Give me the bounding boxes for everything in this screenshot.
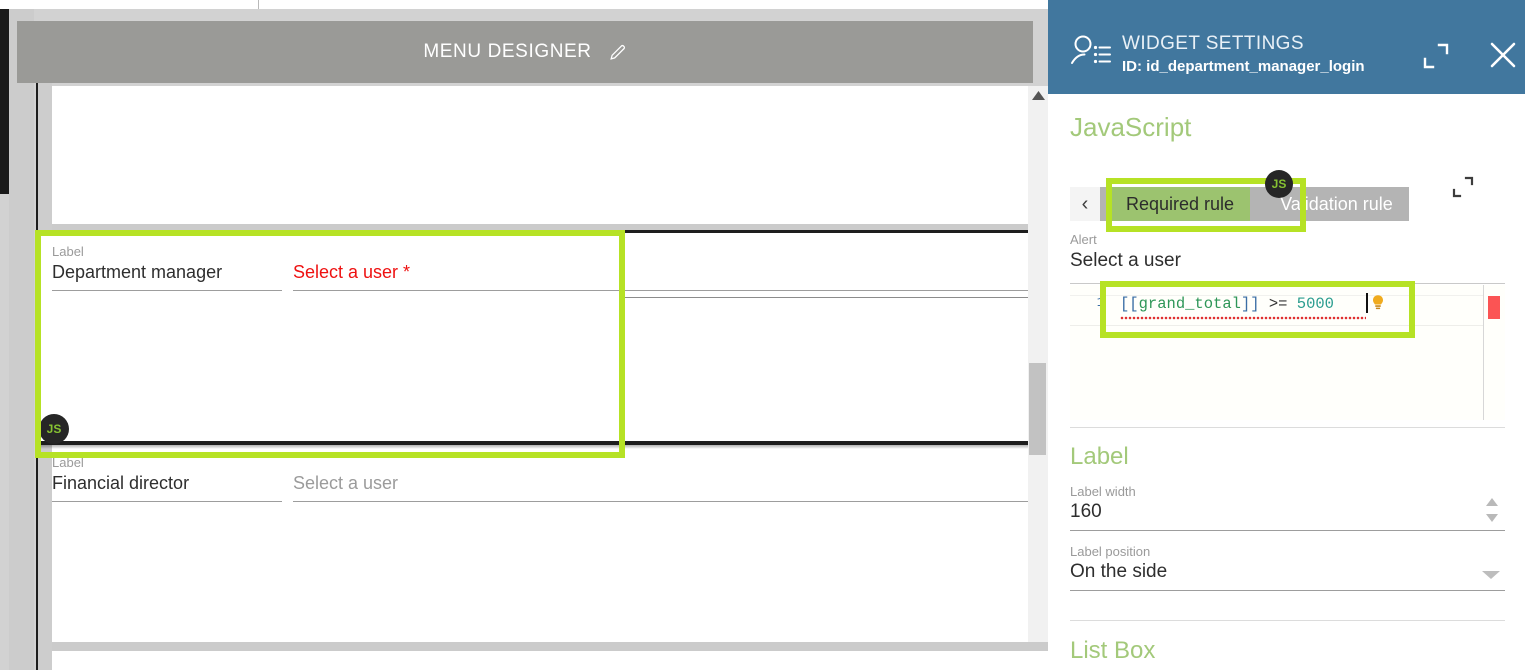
code-token-variable: grand_total xyxy=(1138,295,1241,313)
spellcheck-squiggle xyxy=(1120,316,1366,320)
field-input-underline xyxy=(293,290,1028,291)
canvas-bottom-strip xyxy=(52,642,1028,651)
code-editor[interactable]: 1 [[grand_total]] >= 5000 xyxy=(1070,285,1505,420)
field-department-manager-input[interactable]: Select a user * xyxy=(293,244,1028,291)
label-position-underline xyxy=(1070,590,1505,591)
tab-strip-gap xyxy=(1100,187,1110,221)
section-title-listbox: List Box xyxy=(1070,637,1156,664)
section-divider-1 xyxy=(1070,427,1505,428)
scrollbar-up-arrow-icon[interactable] xyxy=(1029,88,1047,102)
label-width-underline xyxy=(1070,530,1505,531)
field-label-value: Financial director xyxy=(52,473,190,493)
section-title-javascript: JavaScript xyxy=(1070,112,1192,142)
field-input-underline xyxy=(293,501,1028,502)
editor-code-line[interactable]: [[grand_total]] >= 5000 xyxy=(1120,295,1334,313)
field-input-value: Select a user * xyxy=(293,262,411,282)
app-root: MENU DESIGNER Label Department manager S… xyxy=(0,0,1525,670)
scrollbar-bottom-bar xyxy=(1028,642,1048,651)
field-financial-director-input[interactable]: Select a user xyxy=(293,455,1028,502)
pencil-icon[interactable] xyxy=(608,43,627,62)
alert-value[interactable]: Select a user xyxy=(1070,250,1181,272)
field-label-caption: Label xyxy=(52,244,84,259)
top-tick-mark xyxy=(258,0,259,9)
js-badge-widget[interactable]: JS xyxy=(39,414,69,444)
widget-settings-header: WIDGET SETTINGS ID: id_department_manage… xyxy=(1048,0,1525,94)
menu-designer-title: MENU DESIGNER xyxy=(423,41,592,62)
row-thin-divider xyxy=(623,297,1028,298)
field-underline xyxy=(52,290,282,291)
field-underline xyxy=(52,501,282,502)
field-department-manager-label[interactable]: Label Department manager xyxy=(52,244,282,291)
left-black-rail xyxy=(0,9,9,194)
editor-line-number: 1 xyxy=(1096,295,1105,311)
section-divider-2 xyxy=(1070,620,1505,621)
widget-settings-panel: WIDGET SETTINGS ID: id_department_manage… xyxy=(1048,0,1525,670)
field-input-value: Select a user xyxy=(293,473,399,493)
editor-row-bottom-line xyxy=(1070,325,1483,326)
field-financial-director-label[interactable]: Label Financial director xyxy=(52,455,282,502)
tab-required-rule[interactable]: Required rule xyxy=(1110,187,1251,221)
code-token-operator: >= xyxy=(1259,295,1297,313)
alert-underline xyxy=(1070,283,1505,284)
label-position-caption: Label position xyxy=(1070,544,1151,559)
alert-caption: Alert xyxy=(1070,232,1097,247)
editor-print-margin xyxy=(1483,285,1484,420)
expand-editor-icon[interactable] xyxy=(1452,176,1474,198)
js-badge-tab[interactable]: JS xyxy=(1265,170,1293,198)
expand-icon[interactable] xyxy=(1422,42,1450,70)
code-token-bracket-close: ]] xyxy=(1240,295,1260,313)
menu-designer-title-bar[interactable]: MENU DESIGNER xyxy=(17,21,1033,83)
text-caret xyxy=(1366,293,1368,313)
chevron-down-icon[interactable] xyxy=(1482,571,1500,579)
label-width-caption: Label width xyxy=(1070,484,1136,499)
tab-separator xyxy=(1250,187,1265,221)
spinner-icon[interactable] xyxy=(1484,497,1500,523)
lightbulb-icon[interactable] xyxy=(1370,294,1386,313)
chevron-left-icon[interactable]: ‹ xyxy=(1070,187,1100,221)
canvas-bottom-white xyxy=(52,651,1028,670)
code-token-bracket-open: [[ xyxy=(1120,295,1139,313)
field-label-value: Department manager xyxy=(52,262,223,282)
panel-widget-id: ID: id_department_manager_login xyxy=(1122,58,1365,75)
selected-row-shadow xyxy=(36,445,1028,449)
field-label-caption: Label xyxy=(52,455,84,470)
left-gray-rail xyxy=(9,9,34,670)
panel-title: WIDGET SETTINGS xyxy=(1122,33,1304,54)
close-icon[interactable] xyxy=(1488,40,1518,70)
code-token-number: 5000 xyxy=(1296,295,1334,313)
designer-scrollbar-thumb[interactable] xyxy=(1029,363,1046,455)
contact-list-icon xyxy=(1070,33,1112,71)
label-position-value[interactable]: On the side xyxy=(1070,561,1167,583)
section-title-label: Label xyxy=(1070,443,1129,470)
selected-row-top-border xyxy=(36,230,1028,233)
top-sliver xyxy=(0,0,1048,9)
error-marker[interactable] xyxy=(1488,296,1500,319)
label-width-value[interactable]: 160 xyxy=(1070,501,1102,523)
